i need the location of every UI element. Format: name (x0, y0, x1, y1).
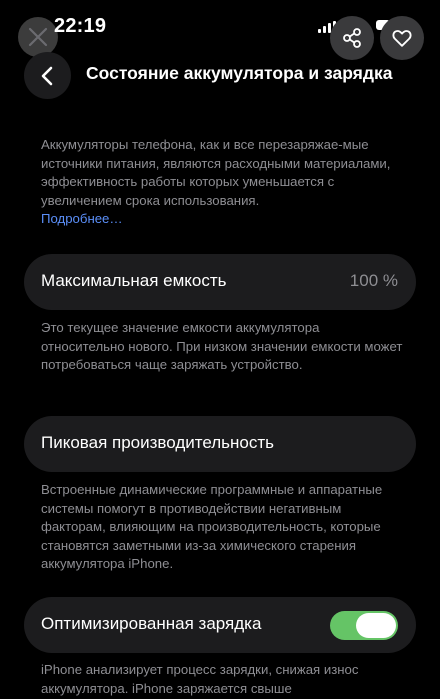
max-capacity-description: Это текущее значение емкости аккумулятор… (41, 320, 403, 372)
toggle-knob (356, 613, 396, 638)
close-button[interactable] (18, 17, 58, 57)
intro-description: Аккумуляторы телефона, как и все перезар… (41, 136, 403, 229)
optimized-charging-toggle[interactable] (330, 611, 398, 640)
status-bar: 22:19 (0, 0, 440, 60)
learn-more-link[interactable]: Подробнее… (41, 210, 403, 229)
max-capacity-value: 100 % (349, 271, 398, 290)
clock: 22:19 (54, 15, 107, 37)
peak-performance-row: Пиковая производительность (24, 416, 416, 472)
intro-text: Аккумуляторы телефона, как и все перезар… (41, 137, 391, 208)
share-button[interactable] (330, 16, 374, 60)
heart-icon (392, 30, 412, 47)
max-capacity-row: Максимальная емкость 100 % (24, 254, 416, 310)
optimized-charging-label: Оптимизированная зарядка (41, 614, 262, 633)
screen: 22:19 Состояние аккумулятора и зарядка А… (0, 0, 440, 699)
max-capacity-label: Максимальная емкость (41, 271, 227, 290)
optimized-charging-row: Оптимизированная зарядка (24, 597, 416, 653)
share-icon (343, 28, 361, 48)
back-button[interactable] (24, 52, 71, 99)
peak-performance-label: Пиковая производительность (41, 433, 275, 452)
close-icon (28, 27, 48, 47)
peak-performance-description: Встроенные динамические программные и ап… (41, 482, 383, 571)
optimized-charging-description: iPhone анализирует процесс зарядки, сниж… (41, 662, 359, 696)
chevron-left-icon (41, 66, 52, 85)
favorite-button[interactable] (380, 16, 424, 60)
page-title: Состояние аккумулятора и зарядка (86, 63, 393, 83)
